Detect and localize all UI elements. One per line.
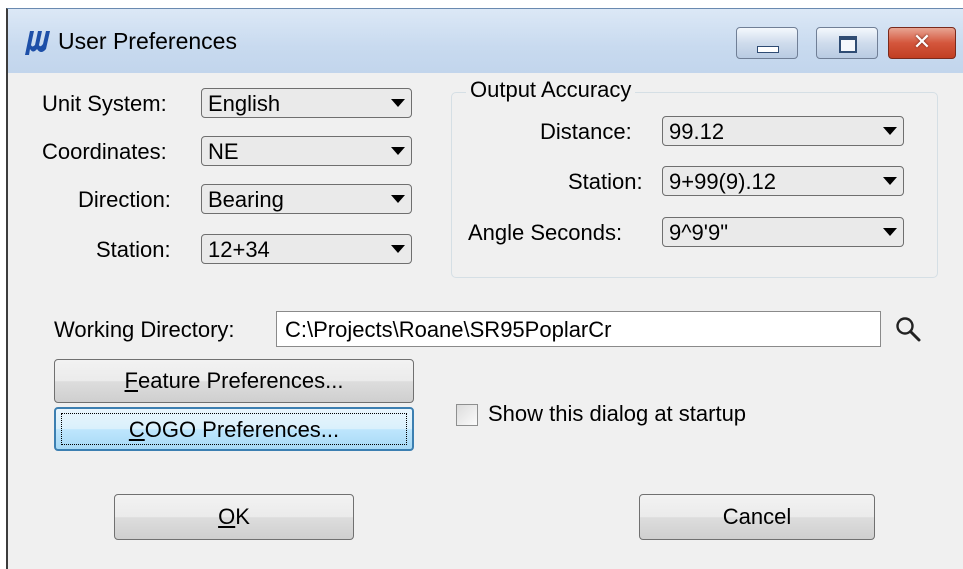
minimize-button[interactable] — [736, 27, 798, 59]
working-directory-label: Working Directory: — [54, 317, 235, 342]
feature-preferences-label: eature Preferences... — [138, 368, 344, 393]
unit-system-value: English — [208, 91, 281, 116]
station-value: 12+34 — [208, 237, 270, 262]
station-select[interactable]: 12+34 — [201, 234, 412, 264]
maximize-button[interactable] — [816, 27, 878, 59]
feature-preferences-button[interactable]: Feature Preferences... — [54, 359, 414, 403]
distance-select[interactable]: 99.12 — [662, 116, 904, 146]
accuracy-station-label: Station: — [568, 169, 643, 194]
ok-button[interactable]: OK — [114, 494, 354, 540]
direction-label: Direction: — [78, 187, 171, 212]
focus-rectangle: COGO Preferences... — [61, 413, 407, 445]
app-logo-icon — [25, 31, 50, 55]
angle-seconds-label: Angle Seconds: — [468, 220, 623, 245]
dropdown-arrow-icon — [391, 99, 405, 107]
title-bar[interactable]: User Preferences ✕ — [8, 9, 963, 73]
show-at-startup-checkbox[interactable] — [456, 404, 478, 426]
coordinates-label: Coordinates: — [42, 139, 167, 164]
feature-preferences-mnemonic: F — [124, 368, 138, 393]
cancel-button[interactable]: Cancel — [639, 494, 875, 540]
direction-value: Bearing — [208, 187, 284, 212]
ok-label: K — [235, 504, 250, 529]
dropdown-arrow-icon — [391, 195, 405, 203]
cancel-label: Cancel — [722, 504, 792, 529]
accuracy-station-select[interactable]: 9+99(9).12 — [662, 166, 904, 196]
coordinates-select[interactable]: NE — [201, 136, 412, 166]
output-accuracy-title: Output Accuracy — [466, 77, 636, 103]
user-preferences-dialog: User Preferences ✕ Unit System: English … — [6, 8, 963, 569]
cogo-preferences-label: OGO Preferences... — [144, 417, 340, 442]
ok-mnemonic: O — [218, 504, 236, 529]
cogo-preferences-button[interactable]: COGO Preferences... — [54, 407, 414, 451]
accuracy-station-value: 9+99(9).12 — [669, 169, 777, 194]
angle-seconds-select[interactable]: 9^9'9" — [662, 217, 904, 247]
dropdown-arrow-icon — [883, 177, 897, 185]
working-directory-input[interactable]: C:\Projects\Roane\SR95PoplarCr — [276, 311, 881, 347]
unit-system-select[interactable]: English — [201, 88, 412, 118]
dialog-client-area: Unit System: English Coordinates: NE Dir… — [8, 73, 963, 569]
minimize-icon — [757, 46, 779, 53]
distance-value: 99.12 — [669, 119, 725, 144]
window-title: User Preferences — [58, 28, 237, 54]
working-directory-value: C:\Projects\Roane\SR95PoplarCr — [285, 317, 612, 342]
direction-select[interactable]: Bearing — [201, 184, 412, 214]
show-at-startup-label[interactable]: Show this dialog at startup — [488, 401, 746, 427]
unit-system-label: Unit System: — [42, 91, 167, 116]
coordinates-value: NE — [208, 139, 239, 164]
station-label: Station: — [96, 237, 171, 262]
dropdown-arrow-icon — [883, 127, 897, 135]
cogo-preferences-mnemonic: C — [128, 417, 145, 442]
distance-label: Distance: — [540, 119, 632, 144]
maximize-icon — [839, 36, 857, 53]
angle-seconds-value: 9^9'9" — [669, 220, 729, 245]
dropdown-arrow-icon — [391, 147, 405, 155]
close-icon: ✕ — [912, 30, 932, 55]
close-button[interactable]: ✕ — [888, 27, 956, 59]
dropdown-arrow-icon — [883, 228, 897, 236]
search-icon[interactable] — [894, 315, 922, 343]
dropdown-arrow-icon — [391, 245, 405, 253]
